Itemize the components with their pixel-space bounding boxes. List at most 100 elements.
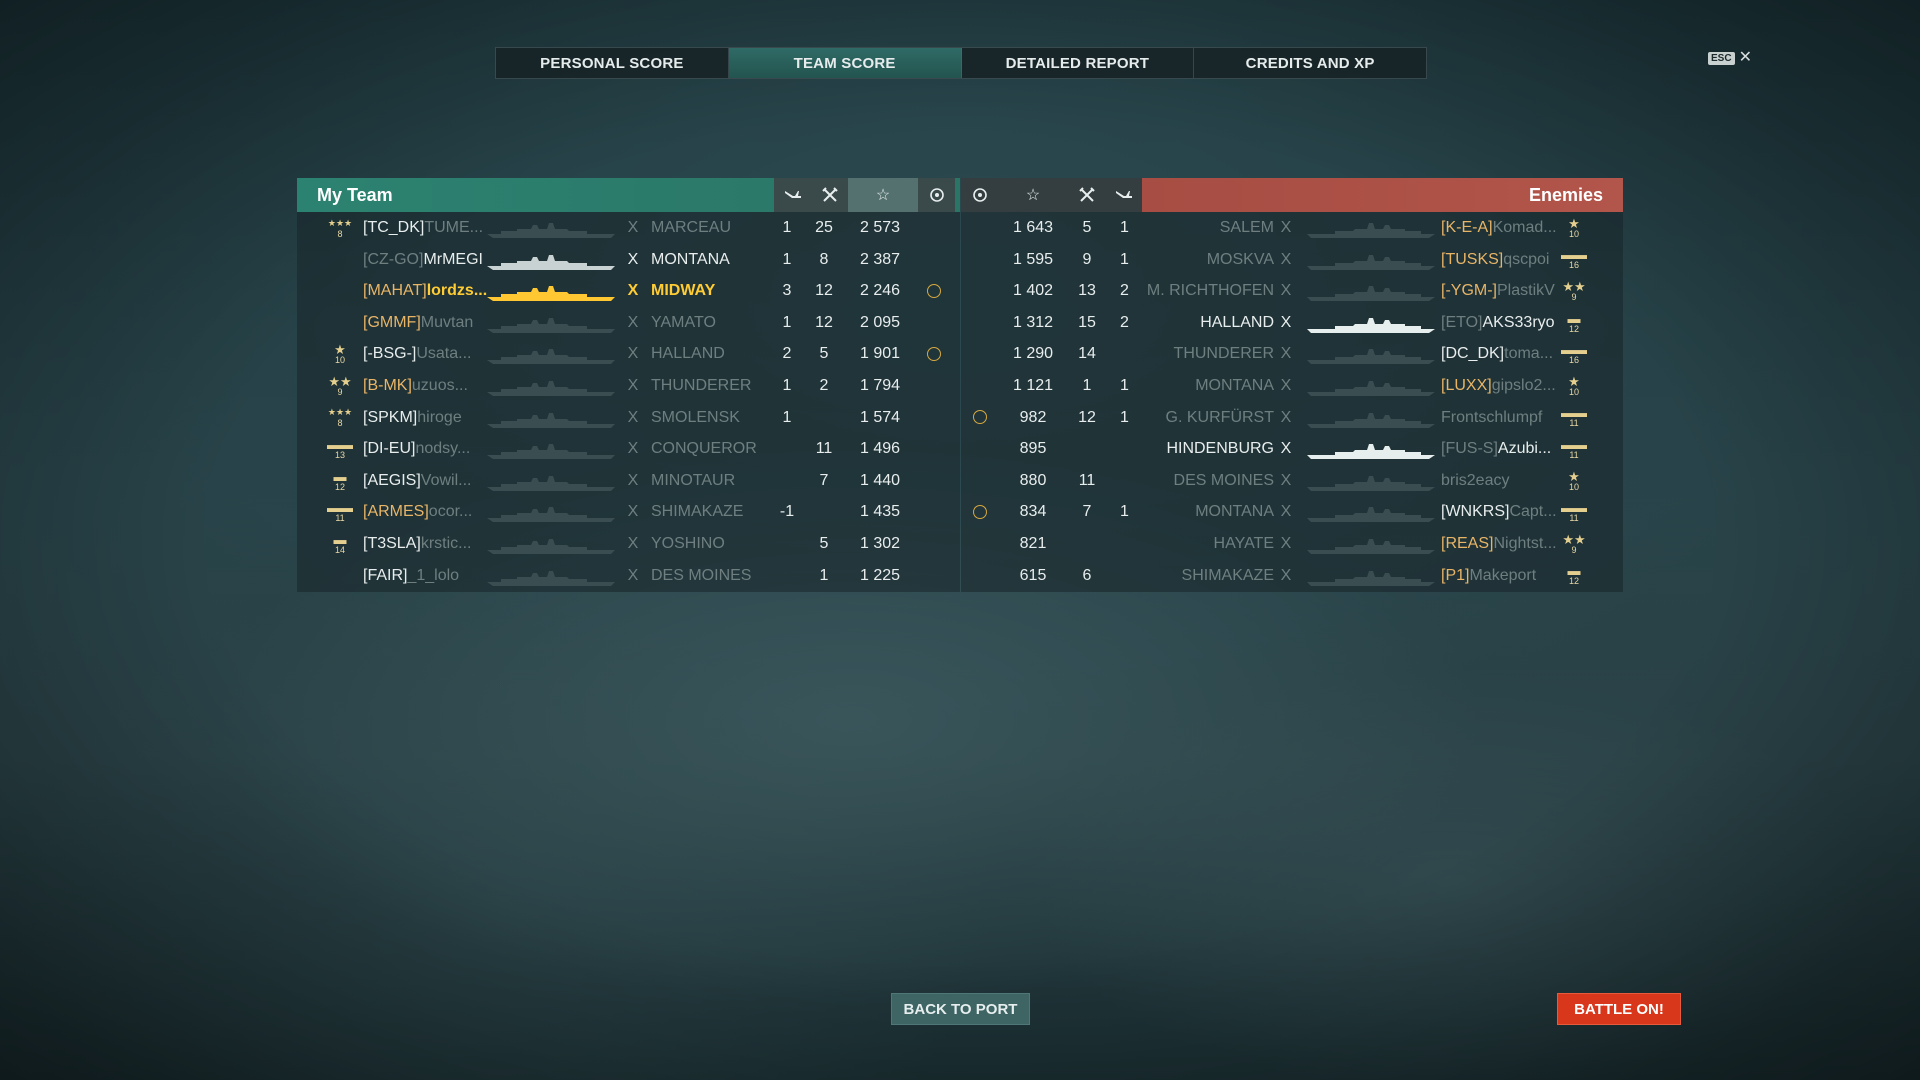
- rank-cell: ★★ 9: [327, 370, 353, 402]
- ship-silhouette-icon: [1305, 219, 1435, 238]
- rank-insignia-icon: ▬: [333, 531, 347, 547]
- table-row[interactable]: 1 290 14 THUNDERER X [DC_DK]toma... ▬▬ 16: [961, 338, 1623, 370]
- ship-name: THUNDERER: [1173, 345, 1274, 363]
- table-row[interactable]: 1 121 1 1 MONTANA X [LUXX]gipslo2... ★ 10: [961, 370, 1623, 402]
- table-row[interactable]: 982 12 1 G. KURFÜRST X Frontschlumpf ▬▬ 11: [961, 402, 1623, 434]
- ship-silhouette-icon: [1305, 503, 1435, 523]
- my-team-column-icons: ☆: [774, 178, 955, 212]
- ship-silhouette-icon: [487, 409, 617, 428]
- table-row[interactable]: 880 11 DES MOINES Xbris2eacy ★ 10: [961, 465, 1623, 497]
- base-xp-value: 2 387: [859, 250, 901, 268]
- table-row[interactable]: 1 312 15 2 HALLAND X [ETO]AKS33ryo ▬ 12: [961, 307, 1623, 339]
- ship-silhouette-icon: [487, 219, 617, 238]
- ship-silhouette-icon: [487, 345, 617, 365]
- base-xp-value: 1 435: [859, 503, 901, 521]
- player-cell: [ETO]AKS33ryo: [1441, 307, 1555, 339]
- table-row[interactable]: ★★★ 8 [SPKM]hiroge X SMOLENSK 1 1 574: [297, 402, 960, 434]
- table-row[interactable]: [MAHAT]lordzs... X MIDWAY 3 12 2 246: [297, 275, 960, 307]
- tab-detailed-report[interactable]: DETAILED REPORT: [962, 48, 1195, 78]
- table-row[interactable]: 821 HAYATE X [REAS]Nightst... ★★ 9: [961, 528, 1623, 560]
- ship-name: YOSHINO: [651, 534, 725, 552]
- back-to-port-button[interactable]: BACK TO PORT: [891, 993, 1030, 1025]
- base-xp-value: 615: [1019, 566, 1047, 584]
- table-row[interactable]: 895 HINDENBURG X [FUS-S]Azubi... ▬▬ 11: [961, 433, 1623, 465]
- achievement-cell: [961, 275, 998, 307]
- ship-silhouette-icon: [1305, 472, 1435, 491]
- achievement-cell: [915, 307, 953, 339]
- table-row[interactable]: ▬ 14 [T3SLA]krstic... X YOSHINO 5 1 302: [297, 528, 960, 560]
- player-cell: [CZ-GO]MrMEGI: [363, 244, 483, 276]
- base-xp-value: 1 595: [1012, 250, 1054, 268]
- player-name: Frontschlumpf: [1441, 408, 1543, 426]
- rank-insignia-icon: ★: [1568, 215, 1580, 231]
- clan-tag: [B-MK]: [363, 376, 412, 394]
- table-row[interactable]: 1 643 5 1 SALEM X [K-E-A]Komad... ★ 10: [961, 212, 1623, 244]
- achievements-emblem-icon: [961, 178, 998, 212]
- ship-name: G. KURFÜRST: [1165, 408, 1274, 426]
- tab-personal-score[interactable]: PERSONAL SCORE: [496, 48, 729, 78]
- ships-destroyed-value: 25: [815, 219, 833, 236]
- rank-number: 10: [1568, 481, 1579, 492]
- player-cell: [DC_DK]toma...: [1441, 338, 1553, 370]
- player-name: Nightst...: [1493, 534, 1557, 552]
- clan-tag: [MAHAT]: [363, 282, 427, 300]
- ships-destroyed-value: [1068, 433, 1106, 465]
- player-cell: [K-E-A]Komad...: [1441, 212, 1557, 244]
- close-button[interactable]: ESC ✕: [1708, 50, 1752, 66]
- table-row[interactable]: ▬▬ 13 [DI-EU]nodsy... X CONQUEROR 11 1 496: [297, 433, 960, 465]
- ship-class-marker: X: [627, 534, 639, 552]
- table-row[interactable]: ★ 10 [-BSG-]Usata... X HALLAND 2 5 1 901: [297, 338, 960, 370]
- enemies-header: ☆ Enemies: [961, 178, 1623, 212]
- table-row[interactable]: [CZ-GO]MrMEGI X MONTANA 1 8 2 387: [297, 244, 960, 276]
- ship-name: SALEM: [1219, 219, 1274, 236]
- tab-team-score[interactable]: TEAM SCORE: [728, 48, 962, 78]
- clan-tag: [REAS]: [1441, 534, 1494, 552]
- rank-insignia-icon: ▬▬: [1561, 436, 1587, 452]
- table-row[interactable]: [FAIR]_1_lolo X DES MOINES 1 1 225: [297, 560, 960, 592]
- ships-destroyed-value: [805, 496, 843, 528]
- player-name: Capt...: [1509, 503, 1557, 521]
- base-xp-value: 2 573: [859, 219, 901, 236]
- base-xp-value: 895: [1019, 440, 1047, 458]
- ship-class-marker: X: [1280, 503, 1292, 521]
- table-row[interactable]: ★★★ 8 [TC_DK]TUME... X MARCEAU 1 25 2 573: [297, 212, 960, 244]
- table-row[interactable]: ★★ 9 [B-MK]uzuos... X THUNDERER 1 2 1 794: [297, 370, 960, 402]
- clan-tag: [ARMES]: [363, 503, 429, 521]
- table-row[interactable]: [GMMF]Muvtan X YAMATO 1 12 2 095: [297, 307, 960, 339]
- table-row[interactable]: 1 402 13 2 M. RICHTHOFEN X [-YGM-]PlastikV ★★ 9: [961, 275, 1623, 307]
- ships-destroyed-value: 11: [815, 440, 833, 458]
- player-name: gipslo2...: [1491, 376, 1556, 394]
- clan-tag: [T3SLA]: [363, 534, 421, 552]
- ship-class-marker: X: [1280, 376, 1292, 394]
- clan-tag: [-YGM-]: [1441, 282, 1497, 300]
- planes-destroyed-value: 2: [1120, 313, 1129, 331]
- achievement-emblem-icon: [927, 283, 941, 298]
- rank-cell: ▬▬ 16: [1561, 338, 1587, 370]
- table-row[interactable]: 1 595 9 1 MOSKVA X [TUSKS]qscpoi ▬▬ 16: [961, 244, 1623, 276]
- battle-on-button[interactable]: BATTLE ON!: [1557, 993, 1681, 1025]
- planes-destroyed-value: [767, 528, 807, 560]
- player-name: _1_lolo: [407, 566, 460, 584]
- achievement-cell: [915, 433, 953, 465]
- my-team-list: ★★★ 8 [TC_DK]TUME... X MARCEAU 1 25 2 573 [CZ-GO…: [297, 212, 960, 592]
- my-team-header: My Team ☆: [297, 178, 960, 212]
- clan-tag: [FUS-S]: [1441, 440, 1498, 458]
- tab-credits-and-xp[interactable]: CREDITS AND XP: [1194, 48, 1426, 78]
- clan-tag: [ETO]: [1441, 313, 1483, 331]
- rank-cell: [327, 244, 353, 276]
- rank-number: 13: [334, 449, 345, 460]
- achievement-emblem-icon: [972, 505, 987, 520]
- planes-destroyed-value: [767, 560, 807, 592]
- base-xp-value: 821: [1019, 534, 1047, 552]
- table-row[interactable]: 834 7 1 MONTANA X [WNKRS]Capt... ▬▬ 11: [961, 496, 1623, 528]
- achievement-cell: [961, 338, 998, 370]
- table-row[interactable]: ▬ 12 [AEGIS]Vowil... X MINOTAUR 7 1 440: [297, 465, 960, 497]
- ship-class-marker: X: [627, 313, 639, 331]
- table-row[interactable]: 615 6 SHIMAKAZE X [P1]Makeport ▬ 12: [961, 560, 1623, 592]
- player-name: Muvtan: [420, 313, 474, 331]
- table-row[interactable]: ▬▬ 11 [ARMES]ocor... X SHIMAKAZE -1 1 435: [297, 496, 960, 528]
- player-cell: [SPKM]hiroge: [363, 402, 462, 434]
- ship-class-marker: X: [627, 282, 639, 300]
- achievement-cell: [915, 528, 953, 560]
- ship-silhouette-icon: [1305, 345, 1435, 365]
